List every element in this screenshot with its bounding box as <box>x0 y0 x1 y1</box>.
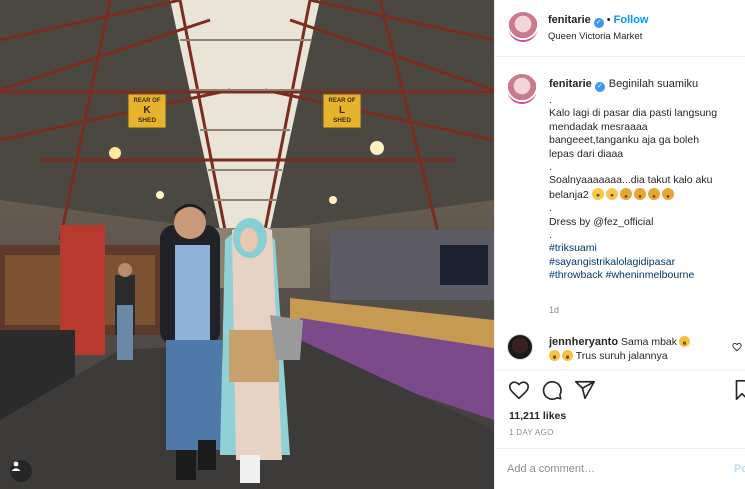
caption-line: . <box>549 202 552 215</box>
caption-line: . <box>549 229 552 242</box>
post-timestamp[interactable]: 1 DAY AGO <box>509 428 554 437</box>
caption-line: mendadak mesraaaa <box>549 120 648 133</box>
comment-input[interactable] <box>507 459 717 479</box>
header-name-row: fenitarie ✓ • Follow <box>548 14 648 28</box>
likes-text: 11,211 likes <box>509 410 567 422</box>
heart-icon[interactable] <box>508 379 530 401</box>
sad-emoji-icon <box>647 187 660 200</box>
caption-line: . <box>549 161 552 174</box>
sign-right: REAR OF L SHED <box>323 96 361 126</box>
likes-count[interactable]: 11,211 likes <box>509 410 566 422</box>
verified-icon: ✓ <box>594 82 605 92</box>
caption-avatar[interactable] <box>507 74 537 104</box>
market-scene <box>0 0 494 489</box>
crying-emoji-icon <box>591 187 604 200</box>
sign-left: REAR OF K SHED <box>128 96 166 126</box>
caption-line: Dress by @fez_official <box>549 215 654 228</box>
sad-emoji-icon <box>633 187 646 200</box>
caption-line: lepas dari diaaa <box>549 147 624 160</box>
share-icon[interactable] <box>574 379 596 401</box>
post-comment-button[interactable]: Po <box>734 463 745 475</box>
caption-line: bangeeet,tanganku aja ga boleh <box>549 134 700 147</box>
sign-left-line3: SHED <box>137 117 157 124</box>
caption-body: . Kalo lagi di pasar dia pasti langsung … <box>549 94 744 283</box>
user-tag-icon[interactable] <box>10 460 32 482</box>
comment-text: Sama mbak <box>621 336 678 348</box>
post-photo[interactable]: REAR OF K SHED REAR OF L SHED <box>0 0 494 489</box>
caption-line: Kalo lagi di pasar dia pasti langsung <box>549 107 718 120</box>
verified-icon: ✓ <box>593 18 604 28</box>
separator-dot: • <box>606 14 611 26</box>
laughing-emoji-icon <box>562 350 573 361</box>
caption-line: Soalnyaaaaaaa...dia takut kalo aku <box>549 174 713 187</box>
comment-reply-text: Trus suruh jalannya <box>575 350 668 362</box>
laughing-emoji-icon <box>549 350 560 361</box>
comment-like-heart-icon[interactable] <box>732 342 742 352</box>
post-header: fenitarie ✓ • Follow Queen Victoria Market <box>495 0 745 57</box>
add-comment-bar: Po <box>495 448 745 489</box>
hashtag-link[interactable]: #throwback #wheninmelbourne <box>549 269 744 282</box>
post-actions: 11,211 likes 1 DAY AGO <box>495 369 745 459</box>
commenter-username[interactable]: jennheryanto <box>549 336 618 348</box>
sign-right-letter: L <box>338 105 346 116</box>
laughing-emoji-icon <box>679 336 691 347</box>
hashtag-link[interactable]: #sayangistrikalolagidipasar <box>549 256 744 269</box>
caption-time[interactable]: 1d <box>549 305 559 315</box>
post-side-panel: fenitarie ✓ • Follow Queen Victoria Market … <box>494 0 745 489</box>
caption-line-with-emoji: belanja2 <box>549 187 744 202</box>
sad-emoji-icon <box>661 187 674 200</box>
author-username[interactable]: fenitarie <box>548 14 591 26</box>
bookmark-icon[interactable] <box>735 379 745 401</box>
author-avatar[interactable] <box>508 12 538 42</box>
caption-title: Beginilah suamiku <box>608 78 699 90</box>
caption-header: fenitarie ✓ Beginilah suamiku <box>549 78 698 92</box>
commenter-avatar[interactable] <box>507 334 533 360</box>
sign-right-line3: SHED <box>332 117 352 124</box>
caption-line: . <box>549 94 552 106</box>
sad-emoji-icon <box>619 187 632 200</box>
comment: jennheryanto Sama mbak <box>549 336 691 348</box>
hashtag-link[interactable]: #triksuami <box>549 242 744 255</box>
follow-button[interactable]: Follow <box>614 14 649 26</box>
caption-line: belanja2 <box>549 188 589 201</box>
comment-icon[interactable] <box>541 379 563 401</box>
caption-username[interactable]: fenitarie <box>549 78 592 90</box>
sign-left-letter: K <box>143 105 151 116</box>
crying-emoji-icon <box>605 187 618 200</box>
location-link[interactable]: Queen Victoria Market <box>548 31 642 42</box>
comment-reply-line: Trus suruh jalannya <box>549 350 668 362</box>
